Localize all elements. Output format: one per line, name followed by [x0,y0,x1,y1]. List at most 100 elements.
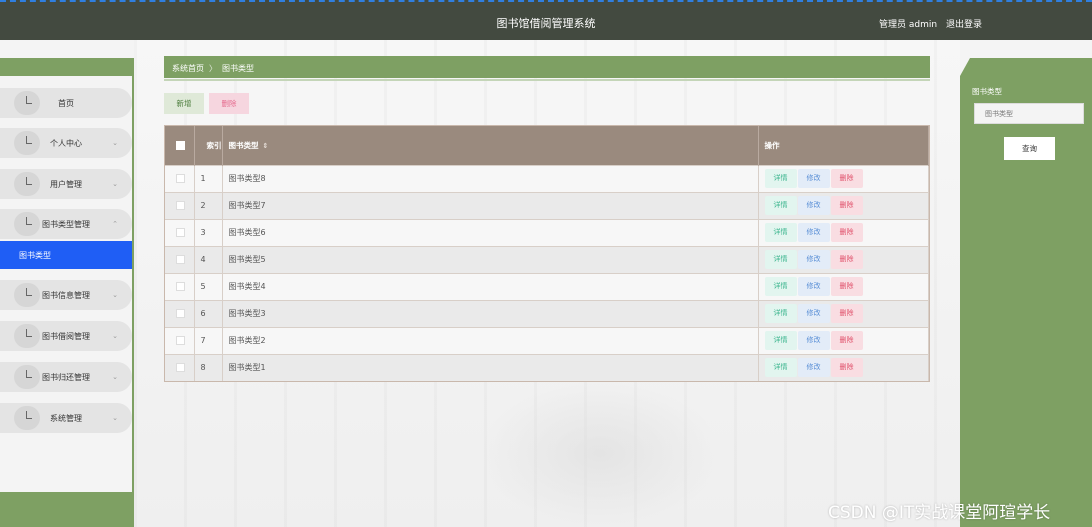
row-type: 图书类型2 [222,326,759,354]
edit-button[interactable]: 修改 [797,304,830,323]
sidebar-item-personal-center[interactable]: 个人中心 ⌄ [0,128,132,158]
row-index: 6 [194,299,223,327]
row-checkbox[interactable] [176,363,185,373]
sidebar-item-book-type-management[interactable]: 图书类型管理 ⌃ [0,209,132,239]
row-delete-button[interactable]: 删除 [830,250,863,269]
edit-button[interactable]: 修改 [797,331,830,350]
detail-button[interactable]: 详情 [764,196,797,215]
search-label: 图书类型 [972,87,1002,96]
row-ops: 详情 修改 删除 [758,245,929,273]
search-button[interactable]: 查询 [1004,137,1055,160]
row-type: 图书类型6 [222,218,759,246]
row-index: 8 [194,353,223,381]
row-checkbox-cell [165,272,195,300]
row-delete-button[interactable]: 删除 [830,358,863,378]
row-type: 图书类型5 [222,245,759,273]
row-checkbox[interactable] [176,282,185,291]
edit-button[interactable]: 修改 [797,277,830,296]
row-delete-button[interactable]: 删除 [830,304,863,323]
sidebar-item-home[interactable]: 首页 [0,88,132,118]
row-delete-button[interactable]: 删除 [830,331,863,350]
header-ops: 操作 [758,126,929,165]
row-checkbox[interactable] [176,228,185,237]
detail-button[interactable]: 详情 [764,169,797,188]
edit-button[interactable]: 修改 [797,358,830,378]
breadcrumb-home[interactable]: 系统首页 [172,64,204,73]
header-type-label: 图书类型 [228,140,259,150]
header-type[interactable]: 图书类型 ⇕ [222,126,759,165]
row-delete-button[interactable]: 删除 [830,169,863,188]
breadcrumb: 系统首页〉图书类型 [164,56,930,78]
table-row: 2 图书类型7 详情 修改 删除 [165,191,929,219]
table-header-row: 索引 图书类型 ⇕ 操作 [165,126,929,165]
table-row: 8 图书类型1 详情 修改 删除 [165,353,929,381]
sidebar-item-return-management[interactable]: 图书归还管理 ⌄ [0,362,132,392]
breadcrumb-current: 图书类型 [222,64,254,73]
row-index: 5 [194,272,223,300]
header-checkbox-cell [165,126,195,165]
row-type: 图书类型3 [222,299,759,327]
detail-button[interactable]: 详情 [764,277,797,296]
detail-button[interactable]: 详情 [764,223,797,242]
add-button[interactable]: 新增 [164,93,204,114]
sidebar-menu: 首页 个人中心 ⌄ 用户管理 ⌄ 图书类型管理 ⌃ 图书信息管理 ⌄ 图书借阅管… [0,76,132,492]
row-ops: 详情 修改 删除 [758,299,929,327]
sidebar-item-system-management[interactable]: 系统管理 ⌄ [0,403,132,433]
logout-link[interactable]: 退出登录 [946,20,982,30]
row-delete-button[interactable]: 删除 [830,223,863,242]
row-delete-button[interactable]: 删除 [830,277,863,296]
edit-button[interactable]: 修改 [797,169,830,188]
sidebar-item-user-management[interactable]: 用户管理 ⌄ [0,169,132,199]
table-row: 7 图书类型2 详情 修改 删除 [165,326,929,354]
detail-button[interactable]: 详情 [764,358,797,378]
detail-button[interactable]: 详情 [764,250,797,269]
edit-button[interactable]: 修改 [797,250,830,269]
row-checkbox-cell [165,164,195,192]
search-panel [960,58,1092,527]
row-checkbox[interactable] [176,309,185,318]
sidebar-subitem-book-type[interactable]: 图书类型 [0,241,132,269]
row-ops: 详情 修改 删除 [758,164,929,192]
user-name: 管理员 admin [879,20,938,30]
row-checkbox[interactable] [176,174,185,183]
sort-icon[interactable]: ⇕ [263,142,269,150]
sidebar-item-book-info-management[interactable]: 图书信息管理 ⌄ [0,280,132,310]
row-checkbox[interactable] [176,255,185,264]
user-area: 管理员 admin 退出登录 [879,17,986,30]
row-type: 图书类型1 [222,353,759,381]
watermark: CSDN @IT实战课堂阿瑄学长 [828,503,1051,523]
row-delete-button[interactable]: 删除 [830,196,863,215]
table-row: 6 图书类型3 详情 修改 删除 [165,299,929,327]
row-ops: 详情 修改 删除 [758,191,929,219]
row-index: 3 [194,218,223,246]
data-table: 索引 图书类型 ⇕ 操作 1 图书类型8 详情 修改 删除 2 图书类型7 详情 修改 删除 3 图书类… [164,125,930,382]
row-index: 1 [194,164,223,192]
sidebar-item-borrow-management[interactable]: 图书借阅管理 ⌄ [0,321,132,351]
chevron-down-icon: ⌄ [112,180,118,188]
row-checkbox-cell [165,245,195,273]
row-checkbox-cell [165,299,195,327]
breadcrumb-underline [164,79,930,81]
chevron-down-icon: ⌄ [112,139,118,147]
search-input[interactable] [974,103,1084,124]
detail-button[interactable]: 详情 [764,304,797,323]
edit-button[interactable]: 修改 [797,196,830,215]
table-row: 1 图书类型8 详情 修改 删除 [165,164,929,192]
sidebar-item-label: 首页 [58,98,74,108]
row-ops: 详情 修改 删除 [758,353,929,381]
sidebar: 首页 个人中心 ⌄ 用户管理 ⌄ 图书类型管理 ⌃ 图书信息管理 ⌄ 图书借阅管… [0,58,134,527]
detail-button[interactable]: 详情 [764,331,797,350]
row-checkbox-cell [165,218,195,246]
row-ops: 详情 修改 删除 [758,218,929,246]
chevron-down-icon: ⌄ [112,414,118,422]
row-checkbox[interactable] [176,201,185,210]
row-index: 2 [194,191,223,219]
delete-button[interactable]: 删除 [209,93,249,114]
row-type: 图书类型4 [222,272,759,300]
chevron-down-icon: ⌄ [112,332,118,340]
select-all-checkbox[interactable] [176,141,185,150]
edit-button[interactable]: 修改 [797,223,830,242]
background-glow [480,380,720,527]
row-checkbox[interactable] [176,336,185,345]
row-checkbox-cell [165,326,195,354]
